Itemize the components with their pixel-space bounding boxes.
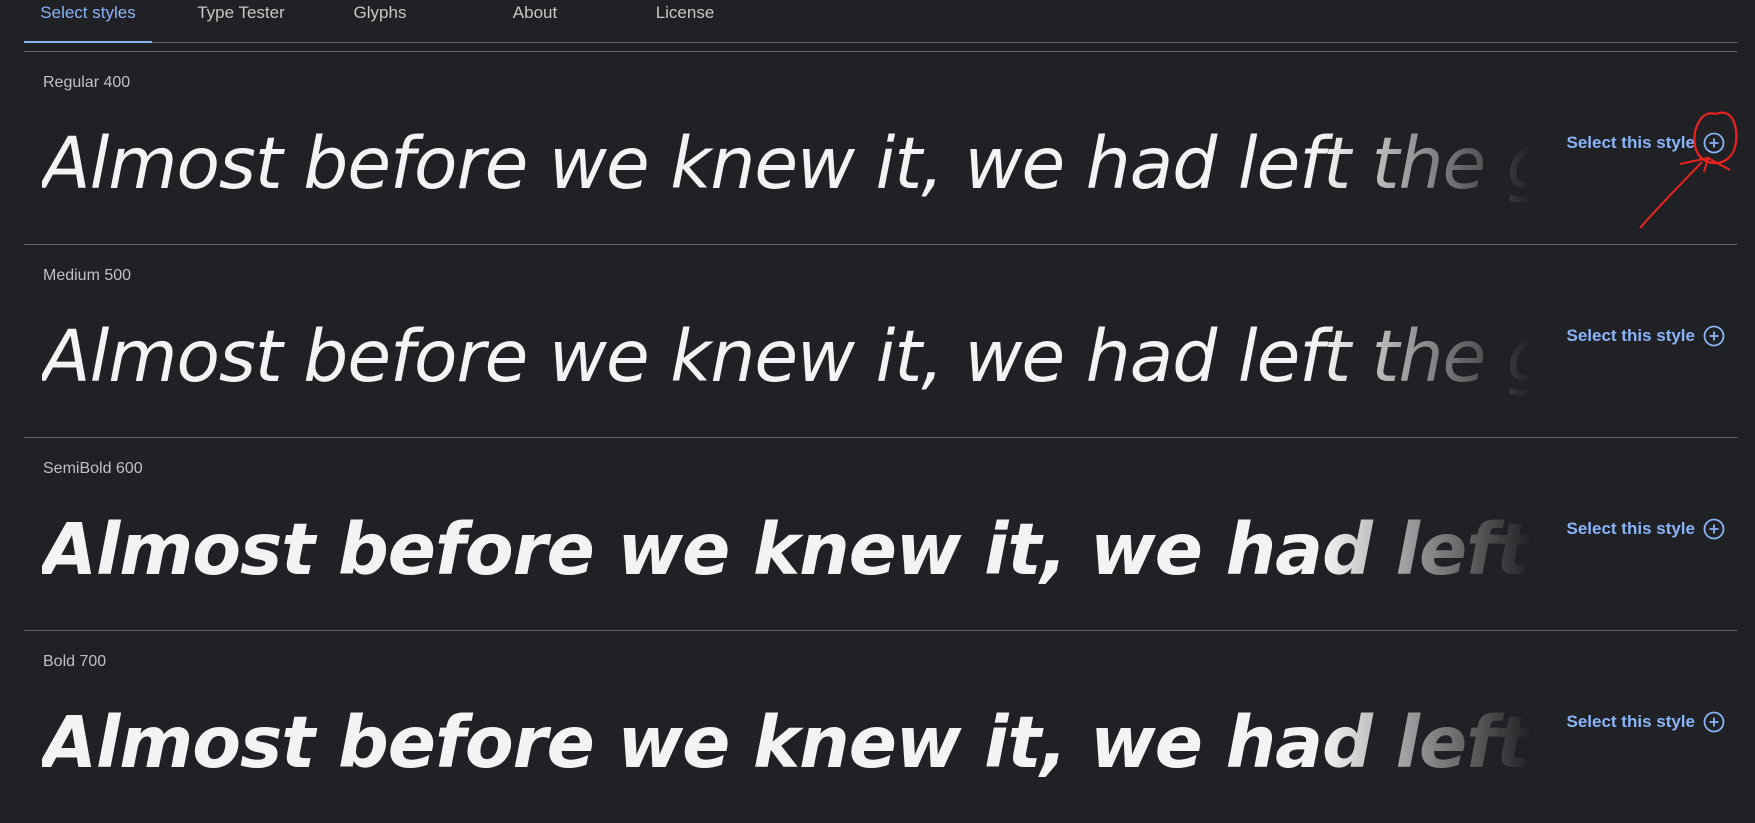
style-label: Regular 400 <box>43 74 131 91</box>
select-style-label: Select this style <box>1566 133 1695 152</box>
select-style-label: Select this style <box>1566 326 1695 345</box>
tab-glyphs[interactable]: Glyphs <box>346 0 414 42</box>
add-circle-icon <box>1703 132 1725 154</box>
style-sample-text: Almost before we knew it, we had left th… <box>42 122 1532 205</box>
add-circle-icon <box>1703 518 1725 540</box>
tab-license[interactable]: License <box>650 0 720 42</box>
select-style-button[interactable]: Select this style <box>1566 518 1725 540</box>
select-style-label: Select this style <box>1566 712 1695 731</box>
style-sample-text: Almost before we knew it, we had left th… <box>42 508 1532 591</box>
style-tabs: Select styles Type Tester Glyphs About L… <box>24 0 1737 43</box>
style-label: SemiBold 600 <box>43 460 143 477</box>
style-sample-text: Almost before we knew it, we had left th… <box>42 315 1532 398</box>
style-label: Medium 500 <box>43 267 132 284</box>
select-style-label: Select this style <box>1566 519 1695 538</box>
style-row-bold: Bold 700 Almost before we knew it, we ha… <box>24 631 1737 823</box>
select-style-button[interactable]: Select this style <box>1566 711 1725 733</box>
style-sample-text: Almost before we knew it, we had left th… <box>42 701 1532 784</box>
style-label: Bold 700 <box>43 653 107 670</box>
add-circle-icon <box>1703 711 1725 733</box>
add-circle-icon <box>1703 325 1725 347</box>
select-style-button[interactable]: Select this style <box>1566 132 1725 154</box>
style-row-semibold: SemiBold 600 Almost before we knew it, w… <box>24 438 1737 631</box>
tab-type-tester[interactable]: Type Tester <box>176 0 306 42</box>
tab-select-styles[interactable]: Select styles <box>24 0 152 43</box>
style-row-regular: Regular 400 Almost before we knew it, we… <box>24 52 1737 245</box>
tab-about[interactable]: About <box>506 0 564 42</box>
select-style-button[interactable]: Select this style <box>1566 325 1725 347</box>
style-row-medium: Medium 500 Almost before we knew it, we … <box>24 245 1737 438</box>
